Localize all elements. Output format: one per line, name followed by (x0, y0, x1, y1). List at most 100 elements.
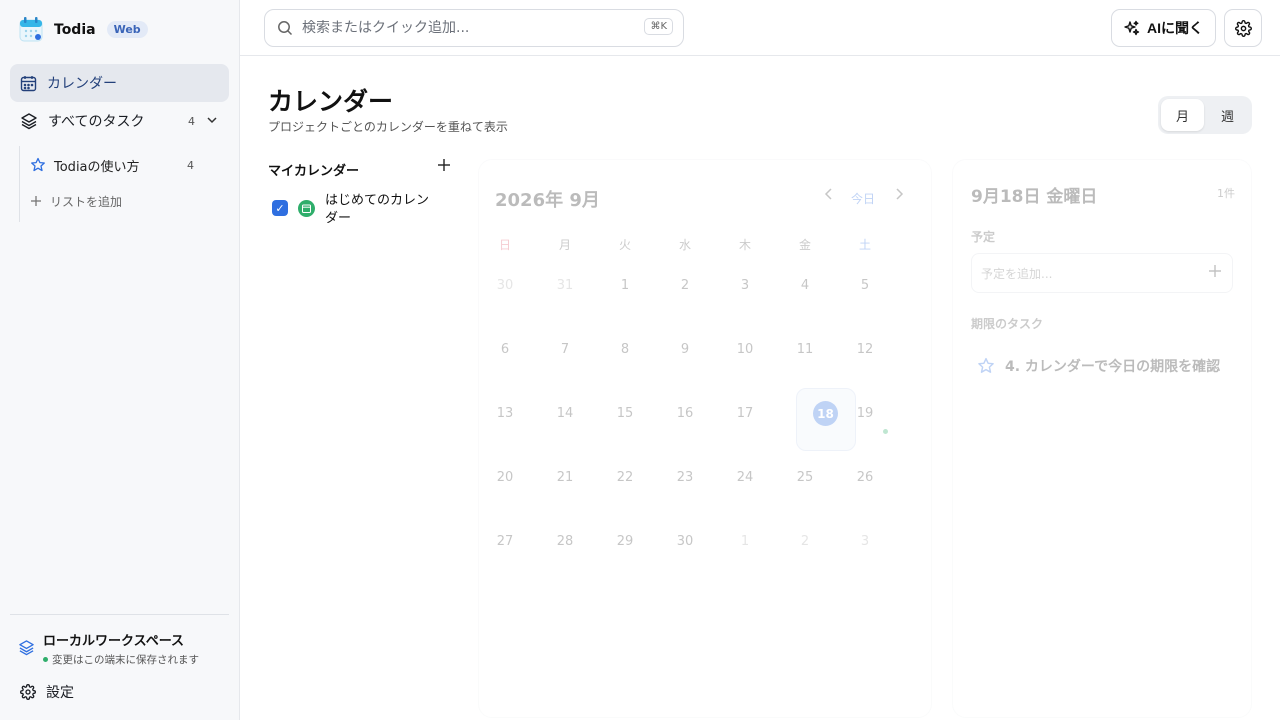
todia-logo-icon (18, 16, 45, 43)
calendar-day[interactable]: 12 (845, 342, 885, 357)
workspace-switcher[interactable]: ローカルワークスペース 変更はこの端末に保存されます (18, 630, 199, 667)
topbar: ⌘K AIに聞く (240, 0, 1280, 56)
calendar-day[interactable]: 2 (785, 534, 825, 549)
calendar-day[interactable]: 7 (545, 342, 585, 357)
add-calendar-icon[interactable] (437, 158, 451, 172)
ask-ai-label: AIに聞く (1147, 20, 1203, 36)
weekday-3: 水 (678, 238, 691, 252)
detail-count: 1件 (1217, 187, 1235, 200)
status-dot (43, 657, 48, 662)
calendar-day[interactable]: 19 (845, 406, 885, 421)
calendar-icon (20, 75, 37, 91)
add-event-input[interactable]: 予定を追加... (971, 253, 1233, 293)
calendar-day[interactable]: 27 (485, 534, 525, 549)
calendar-day[interactable]: 20 (485, 470, 525, 485)
weekday-1: 月 (558, 238, 571, 252)
due-task-item[interactable]: 4. カレンダーで今日の期限を確認 (977, 356, 1220, 376)
calendar-day[interactable]: 21 (545, 470, 585, 485)
calendar-name: はじめてのカレンダー (325, 193, 430, 226)
task-count: 4 (188, 114, 195, 128)
plus-icon[interactable] (1208, 264, 1222, 278)
main-content: ⌘K AIに聞く カレンダー プロジェクトごとのカレンダーを重ねて表示 月 週 … (240, 0, 1280, 720)
brand-name: Todia (54, 21, 96, 38)
calendar-list-item[interactable]: ✓ はじめてのカレンダー (272, 192, 452, 228)
calendar-day[interactable]: 30 (485, 278, 525, 293)
calendar-day[interactable]: 28 (545, 534, 585, 549)
calendar-day[interactable]: 22 (605, 470, 645, 485)
workspace-status-text: 変更はこの端末に保存されます (52, 654, 199, 666)
calendar-day[interactable]: 3 (845, 534, 885, 549)
calendar-day[interactable]: 14 (545, 406, 585, 421)
workspace-title: ローカルワークスペース (43, 634, 185, 649)
day-detail-card: 9月18日 金曜日 1件 予定 予定を追加... 期限のタスク 4. カレンダー… (952, 159, 1252, 718)
calendar-day[interactable]: 29 (605, 534, 645, 549)
gear-icon (20, 684, 36, 700)
sidebar-item-all-tasks[interactable]: すべてのタスク 4 (10, 102, 229, 140)
calendar-day[interactable]: 26 (845, 470, 885, 485)
weekday-4: 木 (738, 238, 751, 252)
calendar-day[interactable]: 17 (725, 406, 765, 421)
weekday-2: 火 (618, 238, 631, 252)
sparkle-icon (1124, 20, 1140, 36)
calendar-checkbox[interactable]: ✓ (272, 200, 288, 216)
star-icon (31, 157, 45, 172)
star-icon (978, 357, 994, 373)
calendar-color-icon (298, 200, 315, 217)
shortcut-hint: ⌘K (644, 18, 673, 35)
today-button[interactable]: 今日 (851, 190, 875, 207)
settings-button[interactable] (1224, 9, 1262, 47)
calendar-day[interactable]: 2 (665, 278, 705, 293)
calendar-day[interactable]: 23 (665, 470, 705, 485)
calendar-day[interactable]: 24 (725, 470, 765, 485)
calendar-day[interactable]: 31 (545, 278, 585, 293)
view-week-button[interactable]: 週 (1206, 99, 1249, 131)
calendar-day[interactable]: 10 (725, 342, 765, 357)
chevron-left-icon[interactable] (823, 187, 835, 201)
view-toggle: 月 週 (1158, 96, 1252, 134)
calendar-day[interactable]: 1 (605, 278, 645, 293)
brand-badge: Web (106, 21, 148, 38)
calendar-day[interactable]: 5 (845, 278, 885, 293)
calendar-day[interactable]: 9 (665, 342, 705, 357)
search-input[interactable] (302, 20, 632, 36)
view-month-button[interactable]: 月 (1161, 99, 1204, 131)
my-calendars-title: マイカレンダー (268, 164, 360, 179)
sidebar-item-label: カレンダー (47, 76, 117, 92)
settings-label: 設定 (46, 685, 74, 701)
event-dot (883, 429, 888, 434)
calendar-day[interactable]: 8 (605, 342, 645, 357)
calendar-day[interactable]: 11 (785, 342, 825, 357)
calendar-day[interactable]: 6 (485, 342, 525, 357)
sidebar-item-settings[interactable]: 設定 (20, 682, 74, 702)
page-title: カレンダー (268, 87, 394, 116)
due-task-title: 4. カレンダーで今日の期限を確認 (1005, 359, 1221, 375)
selected-day[interactable]: 18 (813, 401, 838, 426)
add-list-label: リストを追加 (50, 194, 123, 209)
sidebar-list-item[interactable]: Todiaの使い方 4 (30, 150, 210, 180)
brand[interactable]: Todia Web (18, 16, 148, 43)
calendar-card: 2026年 9月 今日 日月火水木金土 30 31 1 2 3 4 5 6 7 8 9 10 11 12 1… (478, 159, 932, 718)
search-icon (278, 21, 293, 36)
calendar-day[interactable]: 30 (665, 534, 705, 549)
layers-icon (19, 640, 34, 656)
sidebar-item-label: すべてのタスク (48, 114, 145, 130)
page-subtitle: プロジェクトごとのカレンダーを重ねて表示 (268, 120, 508, 134)
list-item-count: 4 (187, 158, 194, 172)
weekday-0: 日 (498, 238, 511, 252)
calendar-day[interactable]: 13 (485, 406, 525, 421)
chevron-right-icon[interactable] (893, 187, 905, 201)
add-list-button[interactable]: リストを追加 (30, 186, 210, 216)
calendar-day[interactable]: 1 (725, 534, 765, 549)
calendar-day[interactable]: 15 (605, 406, 645, 421)
search-box[interactable]: ⌘K (264, 9, 684, 47)
detail-date: 9月18日 金曜日 (971, 187, 1098, 207)
chevron-down-icon[interactable] (206, 114, 218, 126)
calendar-day[interactable]: 16 (665, 406, 705, 421)
gear-icon (1234, 19, 1252, 37)
calendar-day[interactable]: 25 (785, 470, 825, 485)
calendar-day[interactable]: 4 (785, 278, 825, 293)
sidebar-item-calendar[interactable]: カレンダー (10, 64, 229, 102)
list-item-label: Todiaの使い方 (54, 159, 140, 175)
ask-ai-button[interactable]: AIに聞く (1111, 9, 1216, 47)
calendar-day[interactable]: 3 (725, 278, 765, 293)
